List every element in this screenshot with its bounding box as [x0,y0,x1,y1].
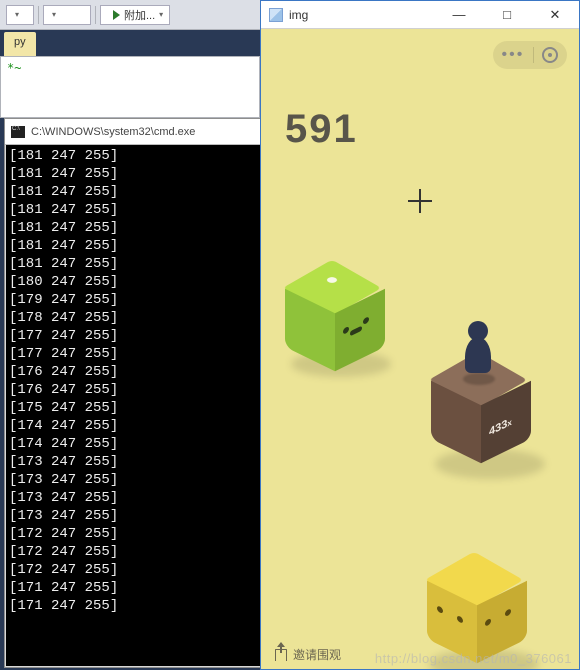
miniprogram-controls: ••• [493,41,567,69]
yellow-cube [429,559,519,659]
vs-toolbar: ▾ ▾ 附加... ▾ [0,0,260,30]
vs-editor[interactable]: *~ [0,56,260,118]
invite-watch[interactable]: 邀请围观 [275,646,341,663]
image-file-icon [269,8,283,22]
cmd-title: C:\WINDOWS\system32\cmd.exe [31,126,195,138]
score-display: 591 [285,107,358,152]
tab-label: py [14,36,26,48]
game-canvas[interactable]: ••• 591 433x [261,29,579,669]
share-icon [275,649,287,661]
cmd-output[interactable]: [181 247 255] [181 247 255] [181 247 255… [5,145,261,617]
chevron-down-icon: ▾ [159,10,163,19]
invite-label: 邀请围观 [293,646,341,663]
img-window: img — □ ✕ ••• 591 [260,0,580,670]
attach-button[interactable]: 附加... ▾ [100,5,170,25]
img-titlebar[interactable]: img — □ ✕ [261,1,579,29]
toolbar-divider [38,6,39,24]
vs-dropdown-1[interactable]: ▾ [6,5,34,25]
minimize-button[interactable]: — [439,2,479,28]
vs-dropdown-2[interactable]: ▾ [43,5,91,25]
toolbar-divider [95,6,96,24]
green-cube [287,267,377,367]
vs-tab-row: py [0,30,260,56]
img-title: img [289,8,308,22]
crosshair-icon [408,189,432,213]
maximize-button[interactable]: □ [487,2,527,28]
watermark: http://blog.csdn.net/m0_376061 [375,651,572,666]
menu-icon[interactable]: ••• [502,47,525,63]
player-pawn [465,321,491,377]
attach-label: 附加... [124,7,155,23]
editor-tab[interactable]: py [4,32,36,56]
close-target-icon[interactable] [542,47,558,63]
chevron-down-icon: ▾ [52,10,56,19]
cmd-window: C:\WINDOWS\system32\cmd.exe [181 247 255… [4,118,262,668]
cmd-titlebar[interactable]: C:\WINDOWS\system32\cmd.exe [5,119,261,145]
close-button[interactable]: ✕ [535,2,575,28]
pill-divider [533,47,534,63]
play-icon [113,10,120,20]
chevron-down-icon: ▾ [15,10,19,19]
editor-line: *~ [7,61,253,75]
cmd-icon [11,126,25,138]
